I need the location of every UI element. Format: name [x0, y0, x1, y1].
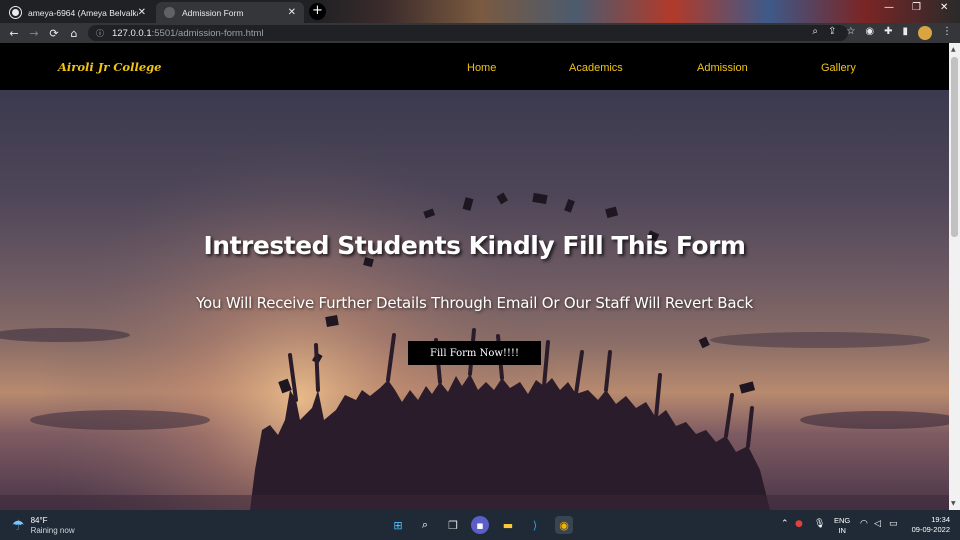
back-icon[interactable]: ← — [4, 27, 24, 40]
wifi-icon[interactable]: ◠ — [860, 519, 868, 529]
url-path: :5501/admission-form.html — [151, 27, 264, 39]
umbrella-rain-icon: ☂ — [12, 518, 25, 534]
new-tab-button[interactable]: + — [309, 3, 326, 20]
chrome-icon[interactable]: ◉ — [555, 516, 573, 534]
profile-avatar[interactable] — [918, 26, 932, 40]
tab-admission-form[interactable]: Admission Form ✕ — [156, 2, 304, 23]
share-icon[interactable]: ⇪ — [828, 26, 836, 40]
tray-overflow-chevron-icon[interactable]: ⌃ — [781, 519, 789, 529]
windows-taskbar: ☂ 84°F Raining now ⊞ ⌕ ❐ ▪ ▬ ⟩ ◉ ⌃ ● 🎙 E… — [0, 510, 960, 540]
file-explorer-icon[interactable]: ▬ — [499, 516, 517, 534]
microphone-icon[interactable]: 🎙 — [814, 519, 825, 529]
nav-home[interactable]: Home — [467, 62, 496, 74]
bookmark-star-icon[interactable]: ☆ — [846, 26, 855, 40]
reload-icon[interactable]: ⟳ — [44, 27, 64, 40]
vscode-icon[interactable]: ⟩ — [526, 516, 544, 534]
weather-condition: Raining now — [30, 526, 75, 535]
tab-github[interactable]: ameya-6964 (Ameya Belvalkar) ✕ — [2, 2, 154, 23]
weather-widget[interactable]: ☂ 84°F Raining now — [12, 516, 75, 536]
tab-strip: ameya-6964 (Ameya Belvalkar) ✕ Admission… — [0, 0, 960, 23]
site-info-icon[interactable]: ⓘ — [96, 28, 104, 39]
site-brand[interactable]: Airoli Jr College — [58, 60, 162, 74]
tab-title: Admission Form — [182, 7, 244, 18]
home-icon[interactable]: ⌂ — [64, 27, 84, 40]
close-tab-icon[interactable]: ✕ — [138, 7, 146, 18]
nav-academics[interactable]: Academics — [569, 62, 623, 74]
maximize-button[interactable]: ❐ — [912, 2, 921, 13]
battery-icon[interactable]: ▭ — [889, 519, 898, 529]
tab-title: ameya-6964 (Ameya Belvalkar) — [28, 7, 138, 18]
globe-icon — [164, 7, 175, 18]
site-navbar: Airoli Jr College Home Academics Admissi… — [0, 43, 949, 90]
puzzle-icon[interactable]: ✚ — [884, 26, 892, 40]
nav-admission[interactable]: Admission — [697, 62, 748, 74]
hero-subtitle: You Will Receive Further Details Through… — [196, 294, 753, 312]
clock-time: 19:34 — [931, 515, 950, 524]
clock-date: 09-09-2022 — [911, 525, 950, 534]
system-clock[interactable]: 19:34 09-09-2022 — [906, 515, 950, 535]
hero-title: Intrested Students Kindly Fill This Form — [203, 231, 746, 260]
hero-section: Intrested Students Kindly Fill This Form… — [0, 90, 949, 510]
fill-form-button[interactable]: Fill Form Now!!!! — [408, 341, 541, 365]
nav-gallery[interactable]: Gallery — [821, 62, 856, 74]
weather-temp: 84°F — [30, 516, 48, 525]
browser-toolbar: ← → ⟳ ⌂ ⓘ 127.0.0.1:5501/admission-form.… — [0, 23, 960, 43]
teams-icon[interactable]: ▪ — [471, 516, 489, 534]
url-host: 127.0.0.1 — [112, 27, 152, 39]
scrollbar-thumb[interactable] — [951, 57, 958, 237]
scroll-down-arrow-icon[interactable]: ▼ — [951, 500, 956, 507]
close-tab-icon[interactable]: ✕ — [288, 7, 296, 18]
tray-app-icon[interactable]: ● — [795, 519, 803, 529]
close-window-button[interactable]: ✕ — [940, 2, 948, 13]
windows-start-icon[interactable]: ⊞ — [389, 516, 407, 534]
task-view-icon[interactable]: ❐ — [444, 516, 462, 534]
forward-icon[interactable]: → — [24, 27, 44, 40]
language-indicator[interactable]: ENG IN — [834, 516, 850, 536]
minimize-button[interactable]: — — [884, 2, 894, 13]
sidepanel-icon[interactable]: ▮ — [902, 26, 908, 40]
page-scrollbar[interactable]: ▲ ▼ — [949, 43, 960, 510]
address-bar[interactable]: ⓘ 127.0.0.1:5501/admission-form.html — [88, 25, 848, 41]
extension-icon[interactable]: ◉ — [865, 26, 874, 40]
search-icon[interactable]: ⌕ — [416, 516, 434, 534]
github-icon — [10, 7, 21, 18]
zoom-icon[interactable]: ⌕ — [812, 26, 818, 40]
menu-icon[interactable]: ⋮ — [942, 26, 952, 40]
language-code: ENG — [834, 516, 851, 525]
region-code: IN — [838, 526, 846, 535]
scroll-up-arrow-icon[interactable]: ▲ — [951, 46, 956, 53]
page-viewport: Airoli Jr College Home Academics Admissi… — [0, 43, 960, 510]
speaker-icon[interactable]: ◁ — [874, 519, 881, 529]
